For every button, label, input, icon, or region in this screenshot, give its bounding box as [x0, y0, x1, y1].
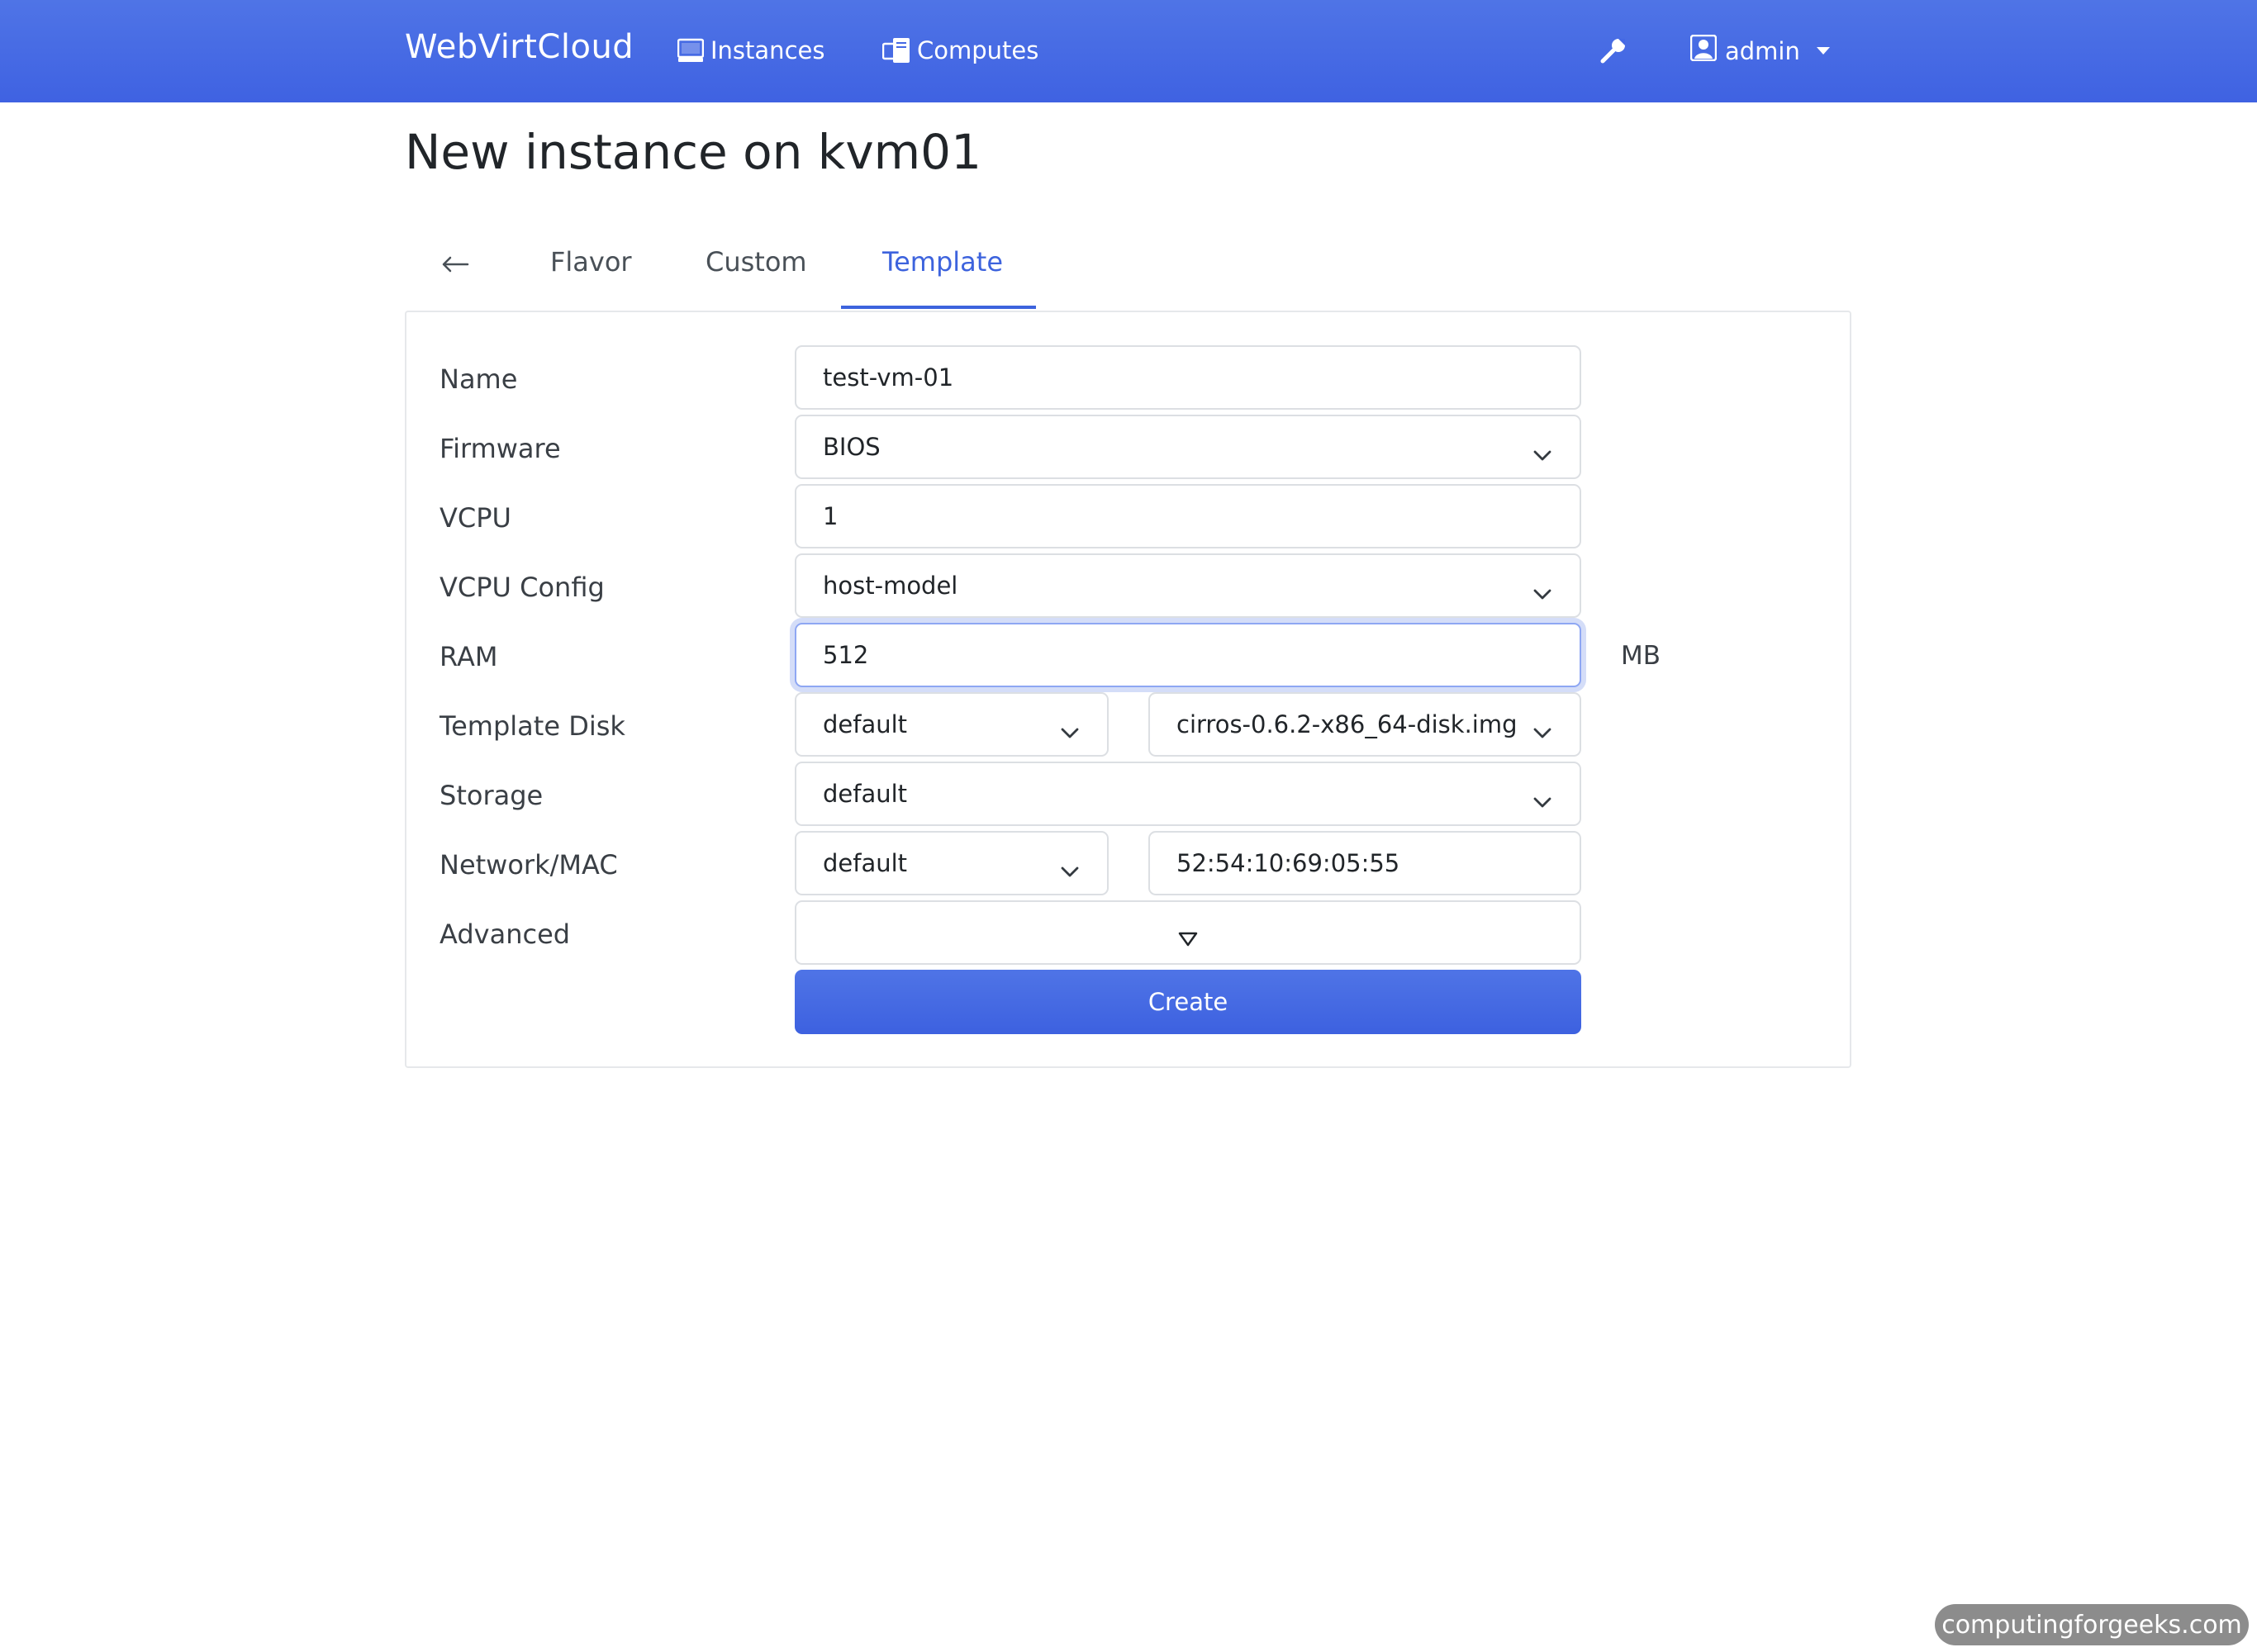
nav-computes[interactable]: Computes	[882, 36, 1038, 64]
template-disk-pool-select[interactable]: default	[795, 692, 1109, 757]
network-select[interactable]: default	[795, 831, 1109, 895]
firmware-label: Firmware	[440, 433, 561, 464]
storage-select-value: default	[823, 780, 908, 808]
user-name-label: admin	[1725, 36, 1800, 65]
vcpu-label: VCPU	[440, 502, 511, 534]
chevron-down-icon	[1061, 856, 1079, 884]
ram-unit-label: MB	[1621, 641, 1661, 671]
template-disk-pool-value: default	[823, 710, 908, 738]
template-disk-label: Template Disk	[440, 710, 625, 742]
settings-wrench-button[interactable]	[1599, 36, 1627, 68]
tab-flavor[interactable]: Flavor	[550, 246, 632, 278]
network-mac-label: Network/MAC	[440, 849, 618, 881]
name-input-value: test-vm-01	[823, 363, 954, 392]
caret-down-icon	[1816, 47, 1830, 55]
watermark-badge: computingforgeeks.com	[1935, 1604, 2249, 1645]
ram-label: RAM	[440, 641, 498, 672]
page-title: New instance on kvm01	[405, 124, 981, 180]
arrow-left-icon	[441, 249, 469, 281]
mac-address-input[interactable]: 52:54:10:69:05:55	[1148, 831, 1581, 895]
nav-instances-label: Instances	[710, 36, 825, 64]
storage-select[interactable]: default	[795, 762, 1581, 826]
chevron-down-icon	[1533, 786, 1551, 814]
user-avatar-icon	[1689, 34, 1718, 67]
nav-computes-label: Computes	[917, 36, 1039, 64]
create-button[interactable]: Create	[795, 970, 1581, 1034]
name-label: Name	[440, 363, 518, 395]
vcpu-config-select[interactable]: host-model	[795, 553, 1581, 618]
ram-input[interactable]: 512	[795, 623, 1581, 687]
back-arrow-button[interactable]	[441, 249, 469, 281]
active-tab-indicator	[841, 306, 1036, 309]
vcpu-input[interactable]: 1	[795, 484, 1581, 548]
advanced-label: Advanced	[440, 919, 571, 950]
storage-label: Storage	[440, 780, 544, 811]
advanced-toggle-button[interactable]	[795, 900, 1581, 965]
wrench-icon	[1599, 39, 1627, 68]
monitor-icon	[677, 38, 704, 63]
triangle-down-icon	[1178, 924, 1198, 952]
devices-icon	[882, 37, 910, 64]
user-menu-dropdown[interactable]: admin	[1689, 34, 1830, 67]
vcpu-config-select-value: host-model	[823, 572, 958, 600]
firmware-select-value: BIOS	[823, 433, 881, 461]
instance-type-tabs: Flavor Custom Template	[405, 223, 1853, 311]
tab-template[interactable]: Template	[882, 246, 1003, 278]
top-navbar: WebVirtCloud Instances Computes admin	[0, 0, 2257, 102]
chevron-down-icon	[1533, 439, 1551, 468]
vcpu-config-label: VCPU Config	[440, 572, 605, 603]
nav-instances[interactable]: Instances	[677, 36, 824, 64]
network-select-value: default	[823, 849, 908, 877]
template-disk-image-value: cirros-0.6.2-x86_64-disk.img	[1176, 710, 1518, 738]
firmware-select[interactable]: BIOS	[795, 415, 1581, 479]
ram-input-value: 512	[823, 641, 869, 669]
template-disk-image-select[interactable]: cirros-0.6.2-x86_64-disk.img	[1148, 692, 1581, 757]
name-input[interactable]: test-vm-01	[795, 345, 1581, 410]
brand-logo[interactable]: WebVirtCloud	[405, 28, 634, 66]
chevron-down-icon	[1061, 717, 1079, 745]
mac-address-value: 52:54:10:69:05:55	[1176, 849, 1400, 877]
chevron-down-icon	[1533, 717, 1551, 745]
chevron-down-icon	[1533, 578, 1551, 606]
tab-custom[interactable]: Custom	[706, 246, 807, 278]
vcpu-input-value: 1	[823, 502, 839, 530]
